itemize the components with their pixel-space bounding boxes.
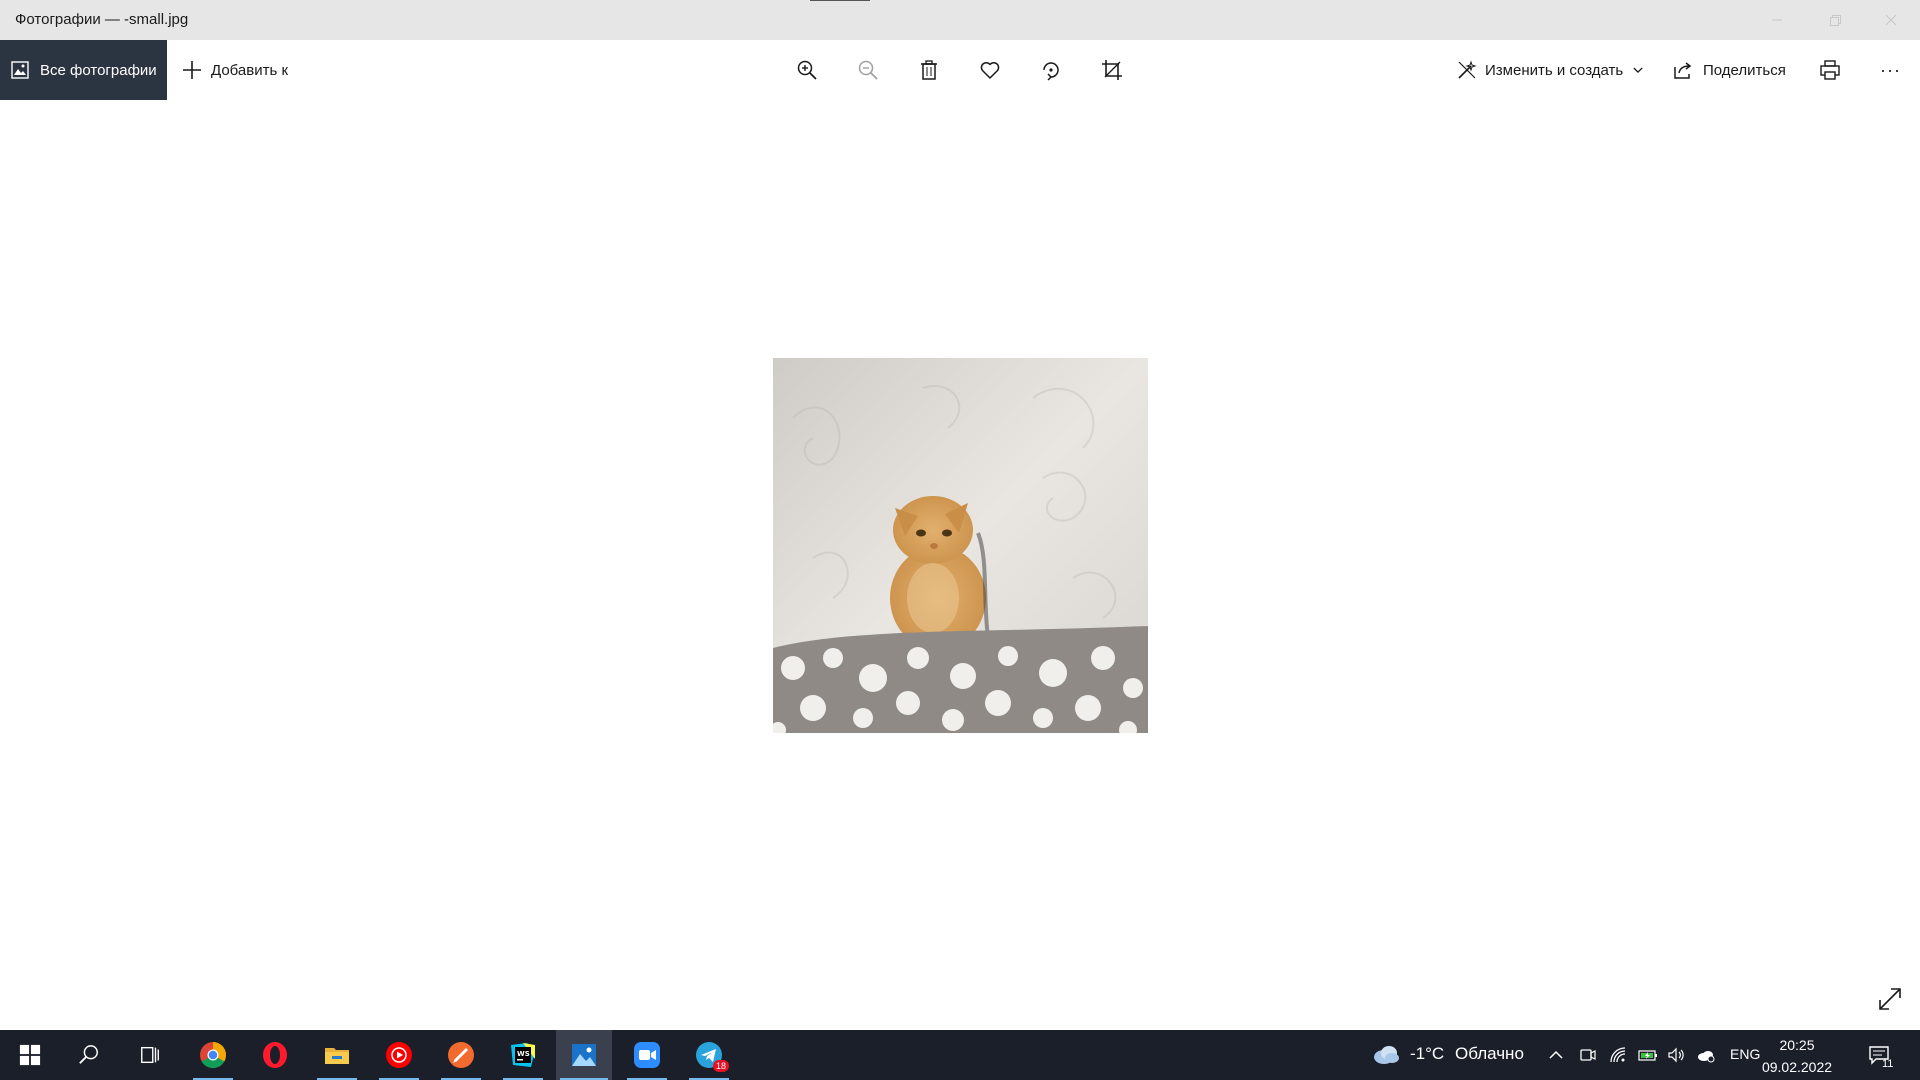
- minimize-button[interactable]: [1748, 0, 1806, 40]
- image-icon: [11, 61, 29, 79]
- add-to-button[interactable]: Добавить к: [182, 40, 288, 100]
- taskbar-zoom[interactable]: [623, 1030, 671, 1080]
- drag-indicator: [810, 0, 870, 1]
- rotate-icon: [1043, 62, 1059, 81]
- clock-date: 09.02.2022: [1761, 1059, 1833, 1075]
- plus-icon: [183, 61, 201, 79]
- taskbar-chrome[interactable]: [189, 1030, 237, 1080]
- title-bar: Фотографии — -small.jpg: [0, 0, 1920, 40]
- task-view-icon: [141, 1046, 159, 1064]
- taskbar-webstorm[interactable]: WS: [499, 1030, 547, 1080]
- delete-button[interactable]: [914, 55, 944, 85]
- print-icon: [1820, 60, 1840, 80]
- pencil-icon: [448, 1042, 474, 1068]
- opera-icon: [263, 1042, 287, 1068]
- expand-icon: [1879, 988, 1901, 1010]
- folder-icon: [325, 1048, 349, 1064]
- kitten-photo-image: [773, 358, 1148, 733]
- zoom-out-button[interactable]: [853, 55, 883, 85]
- taskbar-youtube-music[interactable]: [375, 1030, 423, 1080]
- onedrive-cloud-icon[interactable]: [1696, 1045, 1716, 1065]
- window-title: Фотографии — -small.jpg: [15, 11, 189, 28]
- chevron-up-icon[interactable]: [1546, 1045, 1566, 1065]
- svg-text:WS: WS: [517, 1050, 530, 1058]
- add-to-label: Добавить к: [211, 61, 289, 79]
- telegram-unread-badge: 18: [713, 1060, 730, 1072]
- zoom-in-button[interactable]: [792, 55, 822, 85]
- edit-magic-icon: [1458, 60, 1477, 79]
- camera-tray-icon[interactable]: [1578, 1045, 1598, 1065]
- taskbar-photos[interactable]: [556, 1030, 612, 1080]
- rotate-button[interactable]: [1036, 55, 1066, 85]
- more-options-button[interactable]: ···: [1880, 40, 1901, 100]
- weather-condition[interactable]: Облачно: [1455, 1044, 1524, 1064]
- toolbar: Все фотографии Добавить к Изменить и соз…: [0, 40, 1920, 100]
- webstorm-icon: WS: [511, 1043, 535, 1067]
- close-button[interactable]: [1862, 0, 1920, 40]
- weather-temperature[interactable]: -1°C: [1410, 1044, 1444, 1064]
- edit-create-button[interactable]: Изменить и создать: [1457, 40, 1645, 100]
- delete-icon: [921, 60, 937, 80]
- search-icon: [79, 1045, 98, 1064]
- share-label: Поделиться: [1703, 61, 1786, 79]
- volume-icon[interactable]: [1666, 1045, 1686, 1065]
- zoom-in-icon: [797, 60, 817, 80]
- battery-charging-icon[interactable]: [1638, 1045, 1658, 1065]
- taskbar-file-explorer[interactable]: [313, 1030, 361, 1080]
- print-button[interactable]: [1815, 55, 1845, 85]
- photos-icon: [572, 1044, 596, 1066]
- taskbar-telegram[interactable]: 18: [685, 1030, 733, 1080]
- all-photos-button[interactable]: Все фотографии: [0, 40, 167, 100]
- taskbar: WS 18 -1°C Облачно ENG 20:25 09.02.2022: [0, 1030, 1920, 1080]
- windows-logo-icon: [19, 1044, 41, 1066]
- photos-app-window: Фотографии — -small.jpg Все фотографии Д…: [0, 0, 1920, 1080]
- close-icon: [1885, 14, 1897, 26]
- task-view-button[interactable]: [126, 1030, 174, 1080]
- zoom-camera-icon: [634, 1042, 660, 1068]
- share-icon: [1674, 62, 1692, 79]
- chevron-down-icon: [1633, 67, 1643, 73]
- notifications-count: 11: [1882, 1058, 1894, 1070]
- taskbar-pencil-app[interactable]: [437, 1030, 485, 1080]
- edit-create-label: Изменить и создать: [1485, 61, 1624, 79]
- restore-icon: [1830, 15, 1841, 26]
- favorite-button[interactable]: [975, 55, 1005, 85]
- play-circle-icon: [386, 1042, 412, 1068]
- cloud-weather-icon: [1374, 1046, 1399, 1064]
- more-options-label: ···: [1880, 59, 1901, 80]
- share-button[interactable]: Поделиться: [1673, 40, 1786, 100]
- fullscreen-button[interactable]: [1877, 986, 1903, 1012]
- restore-button[interactable]: [1806, 0, 1864, 40]
- taskbar-opera[interactable]: [251, 1030, 299, 1080]
- wifi-icon[interactable]: [1608, 1045, 1628, 1065]
- search-button[interactable]: [65, 1030, 113, 1080]
- start-button[interactable]: [6, 1030, 54, 1080]
- heart-icon: [980, 62, 1000, 79]
- clock-time: 20:25: [1779, 1037, 1815, 1053]
- photo-kitten: [773, 358, 1148, 733]
- crop-icon: [1102, 60, 1122, 80]
- clock[interactable]: 20:25 09.02.2022: [1752, 1034, 1842, 1078]
- crop-button[interactable]: [1097, 55, 1127, 85]
- minimize-icon: [1772, 19, 1782, 21]
- chrome-icon: [200, 1042, 227, 1069]
- all-photos-label: Все фотографии: [40, 61, 157, 79]
- zoom-out-icon: [858, 60, 878, 80]
